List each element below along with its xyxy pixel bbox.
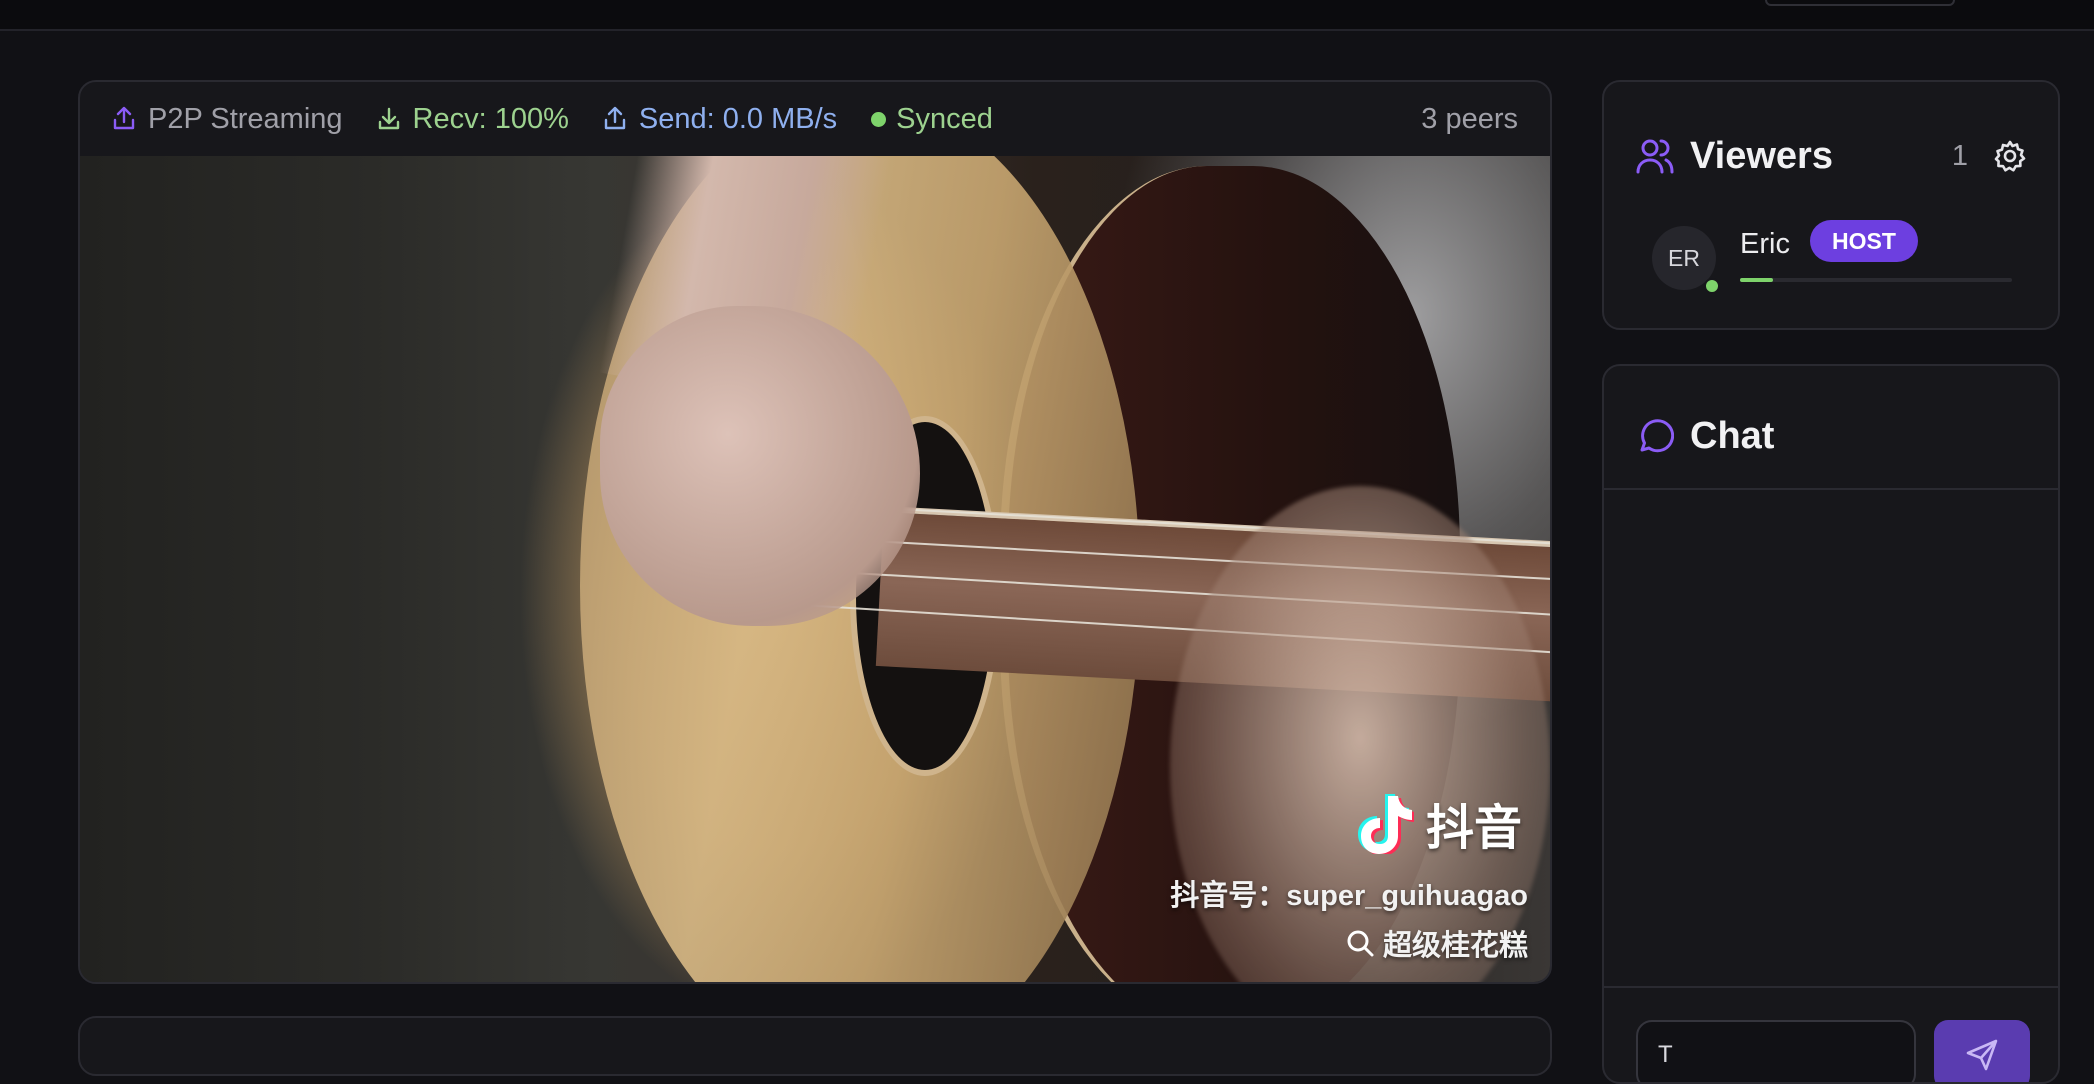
send-icon [1966,1039,1998,1071]
chat-messages [1604,490,2058,986]
chat-bubble-icon [1640,419,1674,453]
chat-input[interactable] [1636,1020,1916,1082]
douyin-search-text: 超级桂花糕 [1382,930,1528,962]
douyin-logo-icon [1357,794,1414,854]
host-badge: HOST [1810,220,1918,262]
video-player-card: P2P Streaming Recv: 100% Send: 0.0 MB/s … [78,80,1552,984]
douyin-handle: 抖音号：super_guihuagao [1170,880,1528,912]
viewer-bandwidth-bar [1740,278,2012,282]
search-icon [1347,930,1374,957]
video-frame[interactable]: 抖音 抖音号：super_guihuagao 超级桂花糕 [80,156,1550,982]
viewers-panel: Viewers 1 ER Eric HOST [1602,80,2060,330]
chat-title: Chat [1690,414,1775,457]
top-bar [0,0,2094,31]
douyin-search-watermark: 超级桂花糕 [1345,922,1528,964]
chat-header: Chat [1636,402,1774,470]
users-icon [1636,139,1674,174]
online-indicator-icon [1704,278,1720,294]
upload-icon [604,106,626,130]
p2p-label: P2P Streaming [148,102,343,135]
douyin-brand-text: 抖音 [1425,802,1522,855]
viewer-name: Eric [1740,228,1790,260]
send-label: Send: 0.0 MB/s [638,102,838,135]
sync-label: Synced [896,102,993,135]
gear-icon[interactable] [1994,140,2026,172]
viewer-bandwidth-fill [1740,278,1773,282]
top-bar-button[interactable] [1765,0,1955,6]
chat-panel: Chat [1602,364,2060,1084]
douyin-watermark: 抖音 [1357,788,1522,858]
send-status: Send: 0.0 MB/s [603,103,837,136]
recv-label: Recv: 100% [412,102,569,135]
secondary-card [78,1016,1552,1076]
stream-status-bar: P2P Streaming Recv: 100% Send: 0.0 MB/s … [80,82,1550,156]
sync-dot-icon [871,111,887,127]
recv-status: Recv: 100% [377,103,569,136]
send-button[interactable] [1934,1020,2030,1082]
viewers-title: Viewers [1690,134,1833,177]
upload-icon [113,106,135,130]
divider [1604,986,2058,988]
download-icon [378,107,399,130]
viewer-list-item[interactable]: ER Eric HOST [1652,220,2012,320]
viewers-header: Viewers 1 [1636,122,2026,190]
sync-status: Synced [871,103,993,136]
viewer-count: 1 [1951,139,1968,172]
peers-count: 3 peers [1421,102,1518,135]
p2p-status: P2P Streaming [112,103,343,136]
